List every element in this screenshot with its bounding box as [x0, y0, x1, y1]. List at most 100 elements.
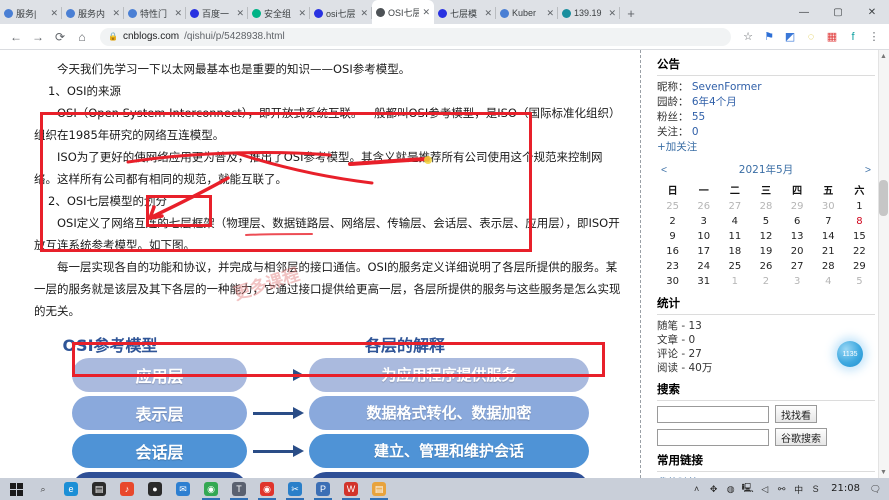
headset-icon[interactable]: ◍	[722, 478, 739, 500]
tab-close-icon[interactable]: ✕	[50, 8, 58, 19]
calendar-day[interactable]: 31	[688, 274, 719, 289]
tab-close-icon[interactable]: ✕	[298, 8, 306, 19]
calendar-day[interactable]: 16	[657, 244, 688, 259]
tab-close-icon[interactable]: ✕	[236, 8, 244, 19]
page-scrollbar[interactable]: ▲ ▼	[878, 50, 889, 478]
extension-translate-icon[interactable]: ⚑	[760, 28, 778, 46]
calendar-day[interactable]: 4	[719, 214, 750, 229]
calendar-day[interactable]: 27	[719, 199, 750, 214]
taskbar-briefcase-icon[interactable]: ▤	[85, 478, 113, 500]
site-search-input[interactable]	[657, 405, 769, 423]
browser-tab-2[interactable]: 特性门 ✕	[124, 2, 186, 24]
tab-close-icon[interactable]: ✕	[546, 8, 554, 19]
calendar-day[interactable]: 23	[657, 259, 688, 274]
calendar-day[interactable]: 28	[813, 259, 844, 274]
minimize-button[interactable]: —	[787, 0, 821, 24]
scroll-down-icon[interactable]: ▼	[878, 466, 889, 478]
calendar-day[interactable]: 5	[844, 274, 875, 289]
calendar-day[interactable]: 24	[688, 259, 719, 274]
calendar-day-today[interactable]: 8	[844, 214, 875, 229]
forward-icon[interactable]: →	[28, 27, 48, 47]
close-button[interactable]: ✕	[855, 0, 889, 24]
browser-tab-1[interactable]: 服务内 ✕	[62, 2, 124, 24]
scroll-up-icon[interactable]: ▲	[878, 50, 889, 62]
new-tab-button[interactable]: +	[620, 2, 642, 24]
tab-close-icon[interactable]: ✕	[422, 7, 430, 18]
browser-tab-0[interactable]: 服务| ✕	[0, 2, 62, 24]
calendar-day[interactable]: 17	[688, 244, 719, 259]
tab-close-icon[interactable]: ✕	[608, 8, 616, 19]
calendar-day[interactable]: 1	[844, 199, 875, 214]
start-button[interactable]	[3, 478, 29, 500]
taskbar-cloudmusic-icon[interactable]: ♪	[113, 478, 141, 500]
calendar-day[interactable]: 15	[844, 229, 875, 244]
back-icon[interactable]: ←	[6, 27, 26, 47]
calendar-day[interactable]: 3	[782, 274, 813, 289]
calendar-day[interactable]: 12	[750, 229, 781, 244]
address-bar[interactable]: 🔒 cnblogs.com/qishui/p/5428938.html	[100, 27, 731, 46]
home-icon[interactable]: ⌂	[72, 27, 92, 47]
volume-icon[interactable]: ◁	[756, 478, 773, 500]
browser-tab-9[interactable]: 139.19 ✕	[558, 2, 620, 24]
taskbar-search-icon[interactable]: ⌕	[29, 478, 57, 500]
taskbar-pycharm-icon[interactable]: P	[309, 478, 337, 500]
calendar-day[interactable]: 30	[657, 274, 688, 289]
show-hidden-icons[interactable]: ˄	[688, 478, 705, 500]
calendar-day[interactable]: 19	[750, 244, 781, 259]
chat-bubble-icon[interactable]: 1135	[837, 341, 863, 367]
tab-close-icon[interactable]: ✕	[360, 8, 368, 19]
tab-close-icon[interactable]: ✕	[174, 8, 182, 19]
tab-close-icon[interactable]: ✕	[112, 8, 120, 19]
calendar-next-button[interactable]: >	[865, 164, 871, 176]
maximize-button[interactable]: ▢	[821, 0, 855, 24]
calendar-day[interactable]: 11	[719, 229, 750, 244]
taskbar-file-explorer-icon[interactable]: ▤	[365, 478, 393, 500]
calendar-day[interactable]: 28	[750, 199, 781, 214]
scrollbar-thumb[interactable]	[879, 180, 888, 216]
taskbar-chrome-icon[interactable]: ◉	[197, 478, 225, 500]
profile-avatar-icon[interactable]: f	[844, 28, 862, 46]
site-search-button[interactable]: 找找看	[775, 405, 817, 423]
calendar-day[interactable]: 13	[782, 229, 813, 244]
calendar-day[interactable]: 7	[813, 214, 844, 229]
google-search-button[interactable]: 谷歌搜索	[775, 428, 827, 446]
calendar-day[interactable]: 26	[688, 199, 719, 214]
calendar-day[interactable]: 10	[688, 229, 719, 244]
calendar-day[interactable]: 20	[782, 244, 813, 259]
calendar-day[interactable]: 3	[688, 214, 719, 229]
taskbar-clock[interactable]: 21:08	[824, 478, 867, 500]
extension-lemon-icon[interactable]: ◌	[802, 28, 820, 46]
calendar-day[interactable]: 2	[750, 274, 781, 289]
calendar-day[interactable]: 29	[782, 199, 813, 214]
calendar-day[interactable]: 27	[782, 259, 813, 274]
reload-icon[interactable]: ⟳	[50, 27, 70, 47]
follow-link[interactable]: +加关注	[657, 140, 875, 155]
calendar-day[interactable]: 29	[844, 259, 875, 274]
browser-tab-8[interactable]: Kuber ✕	[496, 2, 558, 24]
browser-tab-5[interactable]: osi七层 ✕	[310, 2, 372, 24]
taskbar-edge-icon[interactable]: e	[57, 478, 85, 500]
calendar-day[interactable]: 5	[750, 214, 781, 229]
calendar-day[interactable]: 26	[750, 259, 781, 274]
calendar-day[interactable]: 18	[719, 244, 750, 259]
calendar-day[interactable]: 25	[657, 199, 688, 214]
sogou-s-icon[interactable]: S	[807, 478, 824, 500]
tab-close-icon[interactable]: ✕	[484, 8, 492, 19]
chrome-menu-icon[interactable]: ⋮	[865, 28, 883, 46]
calendar-day[interactable]: 30	[813, 199, 844, 214]
calendar-prev-button[interactable]: <	[661, 164, 667, 176]
link-icon[interactable]: ⚯	[773, 478, 790, 500]
calendar-day[interactable]: 2	[657, 214, 688, 229]
network-icon[interactable]: 🖳	[739, 478, 756, 500]
calendar-day[interactable]: 1	[719, 274, 750, 289]
calendar-day[interactable]: 22	[844, 244, 875, 259]
notification-icon[interactable]: 🗨	[867, 478, 884, 500]
calendar-day[interactable]: 4	[813, 274, 844, 289]
sogou-input-icon[interactable]: ✥	[705, 478, 722, 500]
calendar-day[interactable]: 9	[657, 229, 688, 244]
taskbar-dark-circle-icon[interactable]: ●	[141, 478, 169, 500]
extension-red-icon[interactable]: ▦	[823, 28, 841, 46]
taskbar-vscode-icon[interactable]: ✂	[281, 478, 309, 500]
calendar-day[interactable]: 14	[813, 229, 844, 244]
calendar-day[interactable]: 21	[813, 244, 844, 259]
